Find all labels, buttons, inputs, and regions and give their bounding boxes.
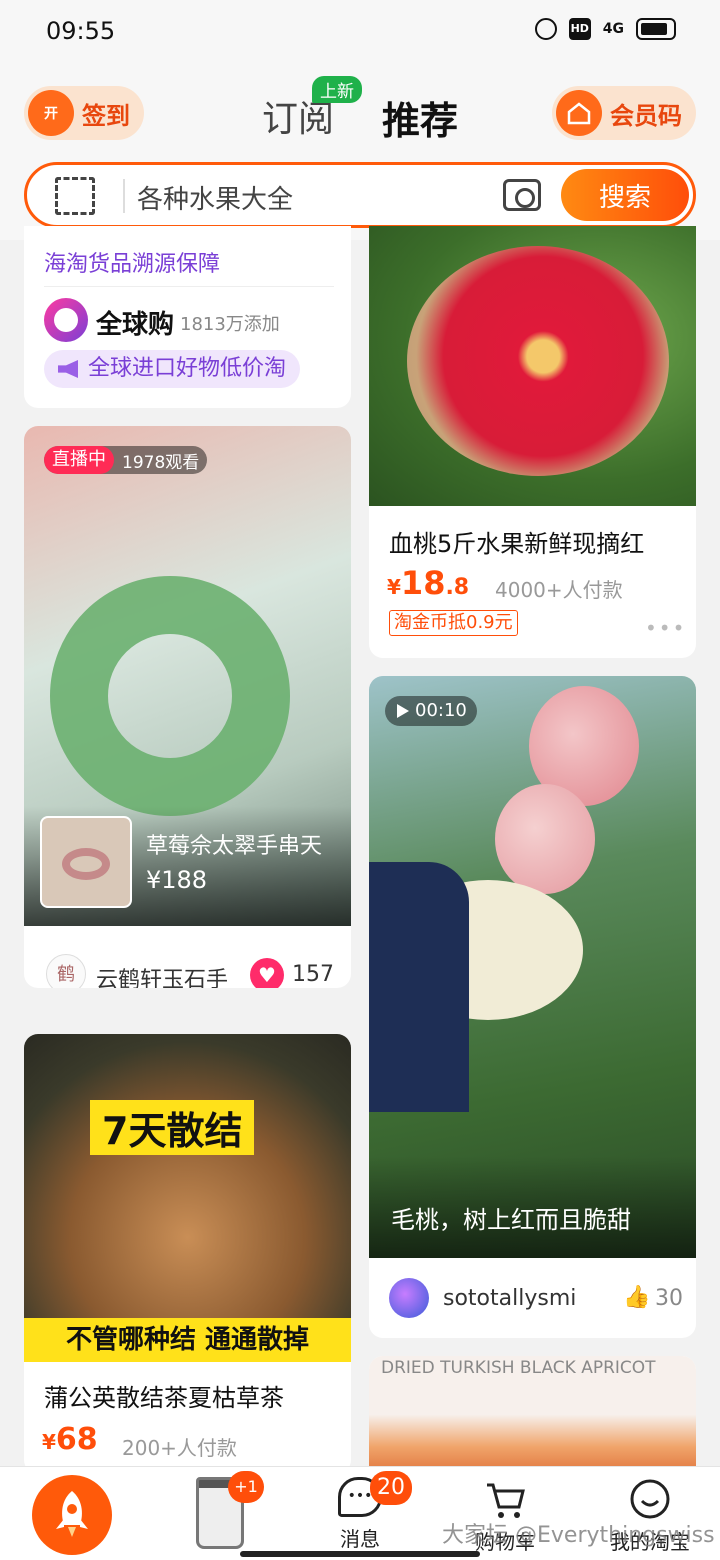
member-code-icon	[556, 90, 602, 136]
peach-cut-shape	[407, 246, 669, 476]
global-name: 全球购	[96, 310, 175, 340]
tea-price: ¥68	[42, 1422, 98, 1457]
thumbs-up-icon[interactable]: 👍	[623, 1286, 650, 1310]
speaker-icon	[58, 360, 78, 378]
tea-product-image	[24, 1034, 351, 1362]
tea-title: 蒲公英散结茶夏枯草茶	[44, 1384, 284, 1412]
checkin-button[interactable]: 开 签到	[24, 86, 144, 140]
seller-name[interactable]: 云鹤轩玉石手	[96, 962, 228, 988]
global-promo-text: 全球进口好物低价淘	[88, 356, 287, 381]
home-rocket-button[interactable]	[32, 1475, 112, 1555]
live-viewers: 1978观看	[122, 452, 200, 473]
cart-icon	[487, 1483, 525, 1518]
seller-avatar[interactable]: 鹤	[46, 954, 86, 988]
header: 开 签到 订阅 上新 推荐 会员码 各种水果大全 搜索	[0, 66, 720, 240]
tea-banner-top: 7天散结	[90, 1100, 255, 1155]
divider	[44, 286, 334, 287]
watermark: 大家坛 @Everythingswiss	[442, 1523, 715, 1548]
checkin-icon: 开	[28, 90, 74, 136]
member-code-label: 会员码	[610, 101, 682, 130]
battery-icon	[636, 18, 676, 40]
tea-product-card[interactable]: 7天散结 不管哪种结 通通散掉 蒲公英散结茶夏枯草茶 ¥68 200+人付款	[24, 1034, 351, 1474]
new-badge: 上新	[312, 76, 362, 103]
search-button[interactable]: 搜索	[561, 169, 689, 221]
video-likes: 30	[655, 1286, 683, 1311]
message-count-badge: 20	[370, 1471, 412, 1505]
peach-price: ¥18.8	[387, 564, 470, 602]
bottom-tab-bar: +1 ••• 消息 20 购物车 我的淘宝 大家坛 @Everythingswi…	[0, 1466, 720, 1560]
peach-product-image	[369, 226, 696, 506]
play-icon	[397, 704, 409, 718]
status-bar: 09:55 HD 4G	[0, 0, 720, 66]
user-avatar[interactable]	[389, 1278, 429, 1318]
apricot-caption: DRIED TURKISH BLACK APRICOT	[381, 1358, 656, 1378]
more-icon[interactable]: •••	[645, 616, 686, 640]
global-buy-card[interactable]: 海淘货品溯源保障 全球购 1813万添加 全球进口好物低价淘	[24, 226, 351, 408]
live-product-title: 草莓佘太翠手串天	[146, 834, 323, 859]
video-product-card[interactable]: 00:10 毛桃，树上红而且脆甜 sototallysmi 👍 30	[369, 676, 696, 1338]
hd-icon: HD	[568, 18, 591, 40]
tea-banner-bottom: 不管哪种结 通通散掉	[24, 1318, 351, 1362]
tea-sold: 200+人付款	[122, 1436, 237, 1460]
search-input[interactable]: 各种水果大全	[137, 179, 293, 216]
global-promo-tag[interactable]: 全球进口好物低价淘	[44, 350, 301, 388]
search-divider	[123, 179, 125, 213]
peach-sold: 4000+人付款	[495, 578, 623, 602]
video-duration: 00:10	[385, 696, 477, 726]
tab-message-label: 消息	[340, 1527, 380, 1551]
rocket-icon	[56, 1491, 88, 1537]
live-badge: 直播中 1978观看	[44, 446, 208, 474]
tab-recommend[interactable]: 推荐	[382, 90, 458, 145]
coin-coupon-tag: 淘金币抵0.9元	[389, 610, 518, 636]
global-tagline: 海淘货品溯源保障	[44, 252, 221, 277]
product-thumbnail[interactable]	[40, 816, 132, 908]
camera-icon[interactable]	[503, 179, 541, 211]
scan-icon[interactable]	[55, 177, 95, 215]
video-thumbnail[interactable]	[369, 676, 696, 1258]
live-product-price: ¥188	[146, 866, 208, 894]
member-code-button[interactable]: 会员码	[552, 86, 696, 140]
search-bar[interactable]: 各种水果大全 搜索	[24, 162, 696, 228]
peach-shape	[495, 784, 595, 894]
live-label: 直播中	[44, 446, 114, 474]
global-logo-icon	[44, 298, 88, 342]
face-icon	[630, 1479, 670, 1519]
checkin-label: 签到	[82, 101, 130, 130]
user-name[interactable]: sototallysmi	[443, 1286, 576, 1311]
cart-add-badge: +1	[228, 1471, 264, 1503]
like-count: 157	[292, 962, 334, 987]
live-product-card[interactable]: 直播中 1978观看 草莓佘太翠手串天 ¥188 鹤 云鹤轩玉石手 ♥ 157	[24, 426, 351, 988]
sleeve-shape	[369, 862, 469, 1112]
video-caption: 毛桃，树上红而且脆甜	[391, 1206, 631, 1234]
network-label: 4G	[602, 21, 624, 37]
status-time: 09:55	[46, 17, 116, 45]
global-count: 1813万添加	[180, 314, 280, 335]
alarm-icon	[534, 18, 557, 40]
home-indicator	[240, 1551, 480, 1557]
heart-icon[interactable]: ♥	[250, 958, 284, 988]
peach-title: 血桃5斤水果新鲜现摘红	[389, 530, 645, 558]
peach-product-card[interactable]: 血桃5斤水果新鲜现摘红 ¥18.8 4000+人付款 淘金币抵0.9元 •••	[369, 226, 696, 658]
jade-bangle-shape	[50, 576, 290, 816]
